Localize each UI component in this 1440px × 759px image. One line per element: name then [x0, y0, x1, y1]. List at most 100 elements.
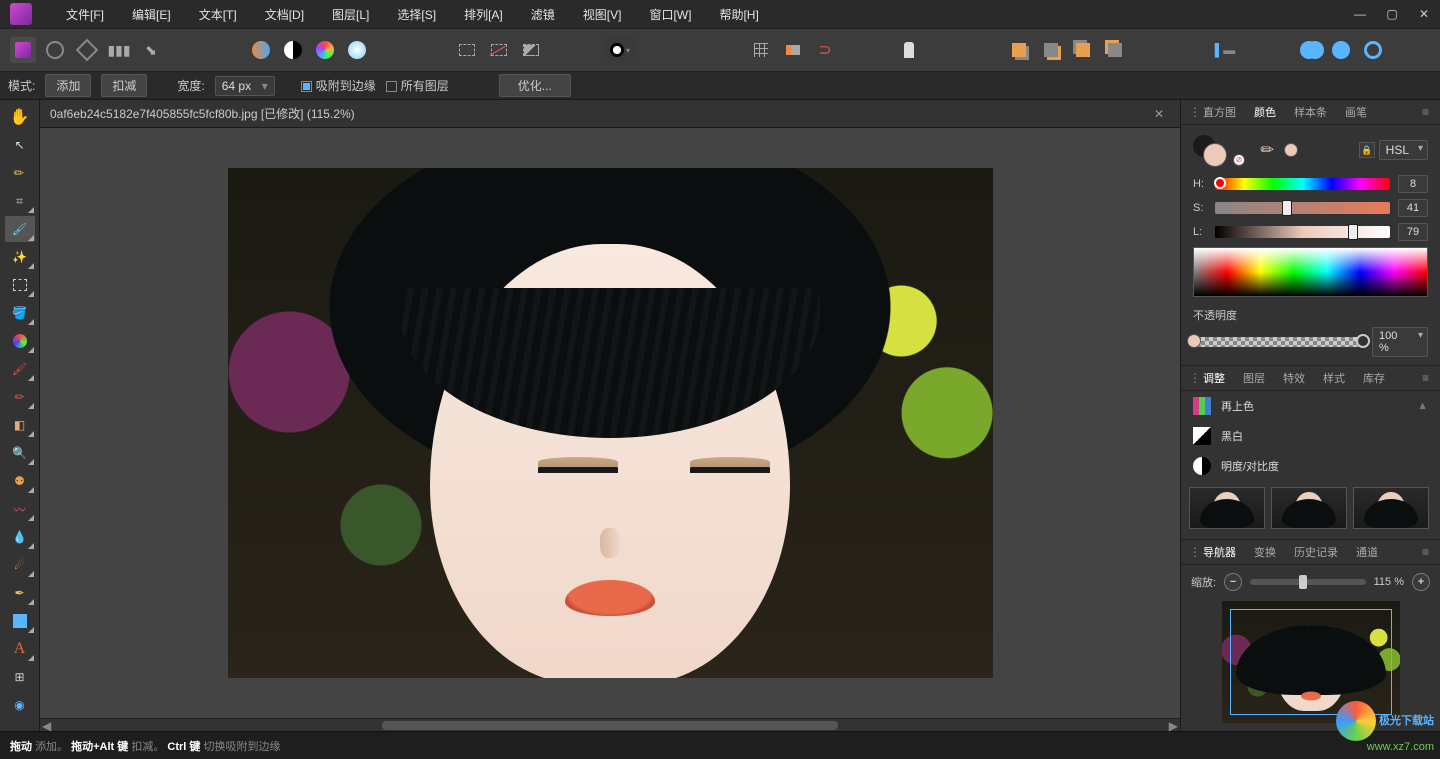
tab-brushes[interactable]: 画笔 [1337, 100, 1375, 124]
width-input[interactable]: 64 px▾ [215, 76, 275, 96]
adjustment-brightness-contrast[interactable]: 明度/对比度 [1181, 451, 1440, 481]
flood-fill-tool[interactable]: 🪣 [5, 300, 35, 326]
panel-menu-icon[interactable]: ≡ [1416, 105, 1436, 119]
marquee-tool[interactable] [5, 272, 35, 298]
panel-grip-icon[interactable]: ⋮⋮ [1185, 545, 1193, 559]
pixel-brush-tool[interactable]: ✏ [5, 384, 35, 410]
assistant-icon[interactable] [896, 37, 922, 63]
tab-color[interactable]: 颜色 [1246, 100, 1284, 124]
arrange-back-icon[interactable] [1006, 37, 1032, 63]
scroll-up-icon[interactable]: ▲ [1417, 400, 1428, 412]
move-tool[interactable]: ↖ [5, 132, 35, 158]
tab-transform[interactable]: 变换 [1246, 540, 1284, 564]
align-left-icon[interactable]: ▌▬ [1212, 37, 1238, 63]
gradient-tool[interactable] [5, 328, 35, 354]
canvas[interactable] [40, 128, 1180, 718]
tab-navigator[interactable]: 导航器 [1195, 540, 1244, 564]
magic-wand-tool[interactable]: ✨ [5, 244, 35, 270]
smudge-tool[interactable]: ☄ [5, 552, 35, 578]
selection-brush-tool[interactable]: 🖌 [5, 216, 35, 242]
menu-document[interactable]: 文档[D] [251, 6, 318, 23]
tab-effects[interactable]: 特效 [1275, 366, 1313, 390]
selection-none-icon[interactable] [486, 37, 512, 63]
menu-help[interactable]: 帮助[H] [705, 6, 772, 23]
zoom-in-button[interactable]: + [1412, 573, 1430, 591]
panel-menu-icon[interactable]: ≡ [1416, 371, 1436, 385]
persona-develop-icon[interactable] [74, 37, 100, 63]
saturation-value[interactable]: 41 [1398, 199, 1428, 217]
boolean-intersect-icon[interactable] [1360, 37, 1386, 63]
recent-color-swatch[interactable] [1284, 143, 1298, 157]
saturation-slider[interactable] [1215, 202, 1390, 214]
clone-tool[interactable]: ⚉ [5, 468, 35, 494]
selection-new-icon[interactable] [454, 37, 480, 63]
preset-thumb-3[interactable] [1353, 487, 1429, 529]
tab-swatches[interactable]: 样本条 [1286, 100, 1335, 124]
grid-icon[interactable] [748, 37, 774, 63]
boolean-add-icon[interactable] [1296, 37, 1322, 63]
snap-icon[interactable]: ⊃ [812, 37, 838, 63]
inpaint-tool[interactable]: 〰 [5, 496, 35, 522]
zoom-slider[interactable] [1250, 579, 1366, 585]
eyedropper-icon[interactable]: ✎ [1256, 138, 1280, 162]
lightness-value[interactable]: 79 [1398, 223, 1428, 241]
mode-add-button[interactable]: 添加 [45, 74, 91, 97]
close-tab-button[interactable]: ✕ [1148, 107, 1170, 121]
menu-window[interactable]: 窗口[W] [635, 6, 705, 23]
lightness-slider[interactable] [1215, 226, 1390, 238]
preset-thumb-1[interactable] [1189, 487, 1265, 529]
arrange-front-icon[interactable] [1070, 37, 1096, 63]
pen-tool[interactable]: ✒ [5, 580, 35, 606]
minimize-button[interactable]: — [1344, 2, 1376, 26]
tab-layers[interactable]: 图层 [1235, 366, 1273, 390]
quick-mask-icon[interactable]: ▾ [602, 37, 638, 63]
panel-menu-icon[interactable]: ≡ [1416, 545, 1436, 559]
refine-button[interactable]: 优化... [499, 74, 571, 97]
panel-grip-icon[interactable]: ⋮⋮ [1185, 371, 1193, 385]
menu-view[interactable]: 视图[V] [569, 6, 636, 23]
arrange-forward-icon[interactable] [1038, 37, 1064, 63]
mode-subtract-button[interactable]: 扣减 [101, 74, 147, 97]
zoom-out-button[interactable]: − [1224, 573, 1242, 591]
menu-arrange[interactable]: 排列[A] [450, 6, 517, 23]
preset-thumb-2[interactable] [1271, 487, 1347, 529]
color-lock-icon[interactable]: 🔒 [1359, 142, 1375, 158]
auto-levels-icon[interactable] [248, 37, 274, 63]
snap-edges-checkbox[interactable]: 吸附到边缘 [301, 77, 376, 94]
hue-slider[interactable] [1215, 178, 1390, 190]
selection-invert-icon[interactable] [518, 37, 544, 63]
menu-file[interactable]: 文件[F] [52, 6, 118, 23]
boolean-subtract-icon[interactable] [1328, 37, 1354, 63]
adjustment-recolor[interactable]: 再上色 ▲ [1181, 391, 1440, 421]
pixel-grid-icon[interactable] [780, 37, 806, 63]
rectangle-tool[interactable] [5, 608, 35, 634]
menu-text[interactable]: 文本[T] [185, 6, 251, 23]
hand-tool[interactable]: ✋ [5, 104, 35, 130]
tab-adjustments[interactable]: 调整 [1195, 366, 1233, 390]
tab-channels[interactable]: 通道 [1348, 540, 1386, 564]
arrange-bottom-icon[interactable] [1102, 37, 1128, 63]
zoom-tool[interactable]: 🔍 [5, 440, 35, 466]
navigator-thumbnail[interactable] [1222, 601, 1400, 723]
panel-grip-icon[interactable]: ⋮⋮ [1185, 105, 1193, 119]
adjustment-bw[interactable]: 黑白 [1181, 421, 1440, 451]
zoom-value[interactable]: 115 % [1374, 576, 1404, 588]
tab-styles[interactable]: 样式 [1315, 366, 1353, 390]
menu-edit[interactable]: 编辑[E] [118, 6, 185, 23]
tab-stock[interactable]: 库存 [1355, 366, 1393, 390]
text-tool[interactable]: A [5, 636, 35, 662]
persona-liquify-icon[interactable] [42, 37, 68, 63]
hue-value[interactable]: 8 [1398, 175, 1428, 193]
opacity-value[interactable]: 100 % [1372, 327, 1428, 357]
auto-colors-icon[interactable] [312, 37, 338, 63]
persona-export-icon[interactable]: ⬊ [138, 37, 164, 63]
crop-tool[interactable]: ⌗ [5, 188, 35, 214]
close-window-button[interactable]: ✕ [1408, 2, 1440, 26]
mesh-warp-tool[interactable]: ⊞ [5, 664, 35, 690]
horizontal-scrollbar[interactable]: ◀ ▶ [40, 718, 1180, 731]
blur-tool[interactable]: 💧 [5, 524, 35, 550]
menu-layer[interactable]: 图层[L] [318, 6, 383, 23]
opacity-slider[interactable] [1193, 337, 1364, 347]
auto-wb-icon[interactable] [344, 37, 370, 63]
menu-filters[interactable]: 滤镜 [517, 6, 569, 23]
